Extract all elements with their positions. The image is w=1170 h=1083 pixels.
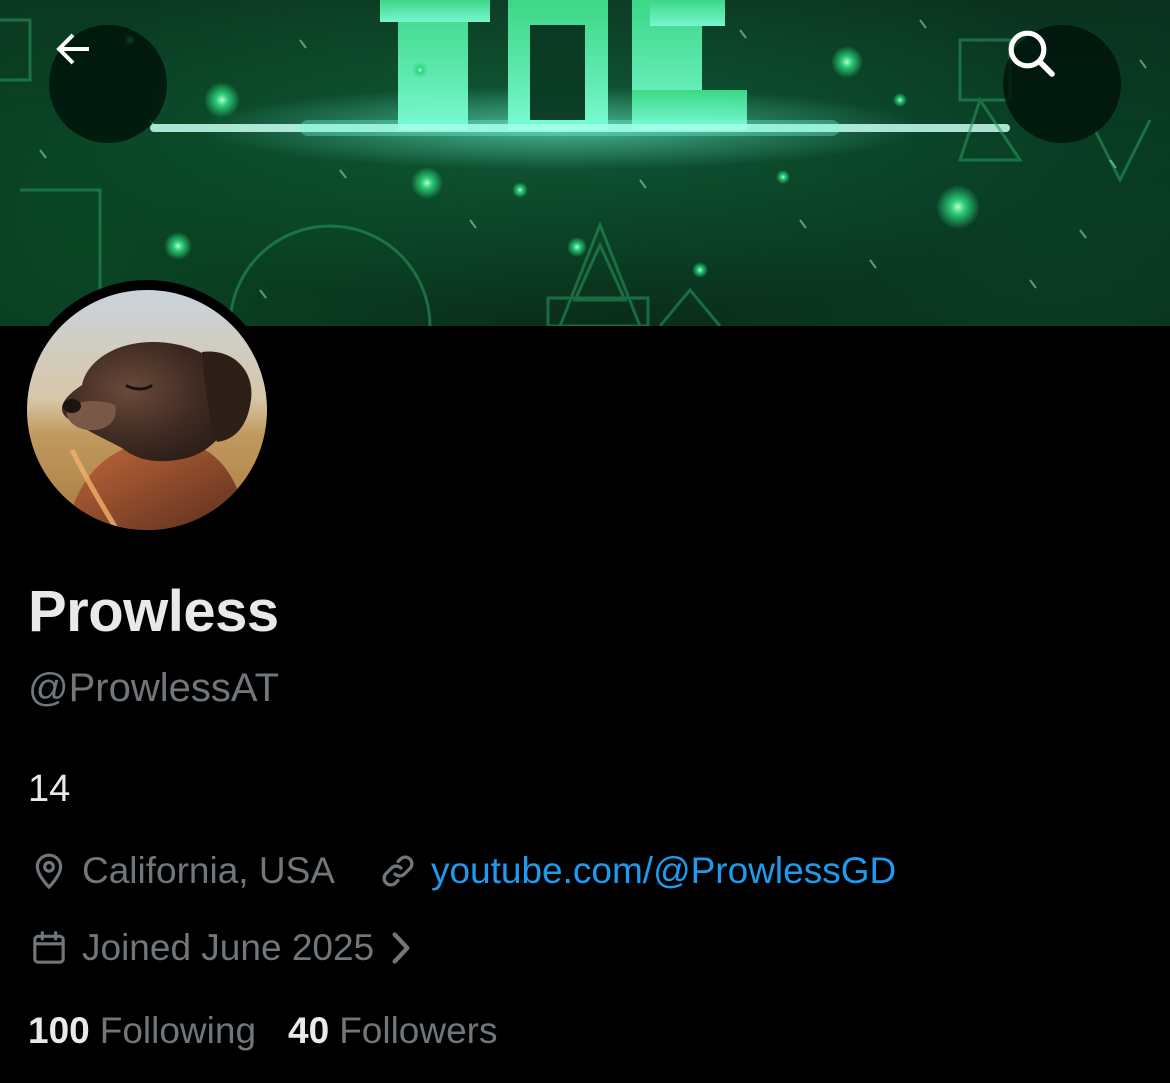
search-button[interactable] [1003, 25, 1121, 143]
website-link[interactable]: youtube.com/@ProwlessGD [431, 850, 896, 892]
profile-display-name: Prowless [28, 579, 279, 644]
profile-website[interactable]: youtube.com/@ProwlessGD [377, 848, 896, 894]
joined-text: Joined June 2025 [82, 927, 375, 968]
following-count: 100 [28, 1010, 90, 1051]
following-label: Following [99, 1010, 257, 1051]
profile-meta-row: California, USA youtube.com/@ProwlessGD [28, 848, 896, 894]
profile-stats: 100 Following 40 Followers [28, 1010, 498, 1052]
chevron-right-icon [390, 930, 412, 966]
profile-location: California, USA [28, 848, 335, 894]
followers-label: Followers [339, 1010, 498, 1051]
calendar-icon [28, 925, 70, 971]
avatar-dog-image [27, 290, 267, 530]
arrow-left-icon [56, 33, 89, 65]
profile-banner [0, 0, 1170, 326]
back-button[interactable] [49, 25, 167, 143]
profile-joined-row[interactable]: Joined June 2025 [28, 925, 412, 971]
link-icon [377, 848, 419, 894]
profile-handle: @ProwlessAT [28, 666, 280, 710]
map-pin-icon [28, 848, 70, 894]
followers-link[interactable]: 40 Followers [288, 1010, 497, 1052]
avatar[interactable] [27, 290, 267, 530]
followers-count: 40 [288, 1010, 330, 1051]
search-icon [1008, 30, 1055, 77]
location-text: California, USA [82, 850, 335, 891]
banner-artwork [0, 0, 1152, 326]
following-link[interactable]: 100 Following [28, 1010, 256, 1052]
profile-bio: 14 [28, 768, 71, 810]
